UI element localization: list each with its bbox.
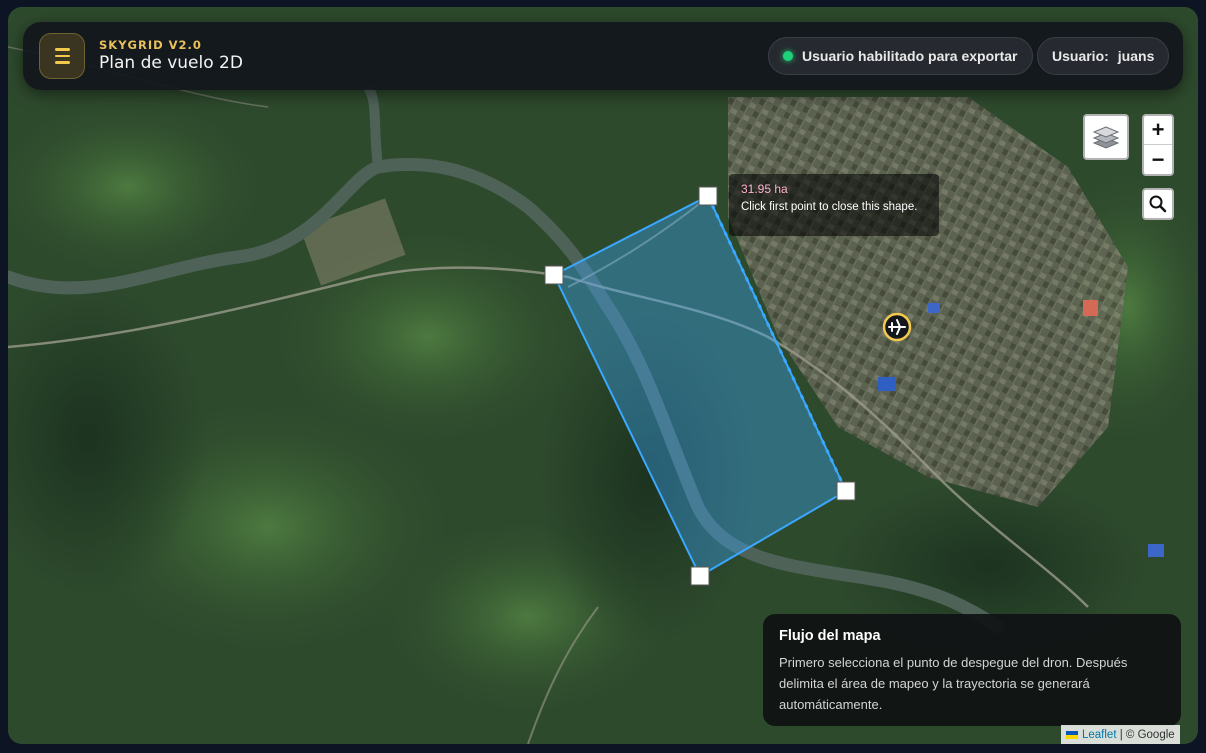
search-icon — [1149, 195, 1167, 213]
vertex-handle — [836, 481, 856, 501]
page-title: Plan de vuelo 2D — [99, 53, 243, 73]
area-measurement: 31.95 ha — [741, 182, 788, 196]
layers-button[interactable] — [1083, 114, 1129, 160]
user-label: Usuario: — [1052, 48, 1109, 64]
map-attribution: Leaflet | © Google — [1061, 725, 1180, 744]
vertex-handle — [544, 265, 564, 285]
search-button[interactable] — [1142, 188, 1174, 220]
vertex-handle — [698, 186, 718, 206]
panel-body: Primero selecciona el punto de despegue … — [779, 655, 1128, 712]
panel-title: Flujo del mapa — [779, 628, 881, 644]
brand-label: SKYGRID V2.0 — [99, 38, 202, 52]
drone-takeoff-icon — [882, 312, 912, 342]
menu-button[interactable] — [39, 33, 85, 79]
zoom-control: + − — [1142, 114, 1174, 176]
draw-hint: Click first point to close this shape. — [741, 201, 918, 213]
app-frame: 31.95 ha Click first point to close this… — [8, 7, 1198, 744]
leaflet-link[interactable]: Leaflet — [1082, 729, 1117, 741]
map-flow-panel: Flujo del mapa Primero selecciona el pun… — [763, 614, 1181, 726]
vertex-handle — [690, 566, 710, 586]
user-badge[interactable]: Usuario: juans — [1037, 37, 1170, 75]
export-status-badge: Usuario habilitado para exportar — [768, 37, 1033, 75]
top-bar: SKYGRID V2.0 Plan de vuelo 2D Usuario ha… — [23, 22, 1183, 90]
draw-tooltip: 31.95 ha Click first point to close this… — [729, 174, 939, 236]
user-name: juans — [1117, 48, 1155, 64]
export-status-text: Usuario habilitado para exportar — [802, 48, 1018, 64]
ukraine-flag-icon — [1066, 730, 1078, 739]
hamburger-icon — [54, 48, 70, 51]
layers-icon — [1092, 126, 1120, 149]
zoom-out-button[interactable]: − — [1144, 145, 1172, 174]
attribution-provider: © Google — [1125, 728, 1175, 741]
status-dot-icon — [783, 51, 793, 61]
zoom-in-button[interactable]: + — [1144, 116, 1172, 145]
attribution-separator: | — [1116, 728, 1126, 741]
